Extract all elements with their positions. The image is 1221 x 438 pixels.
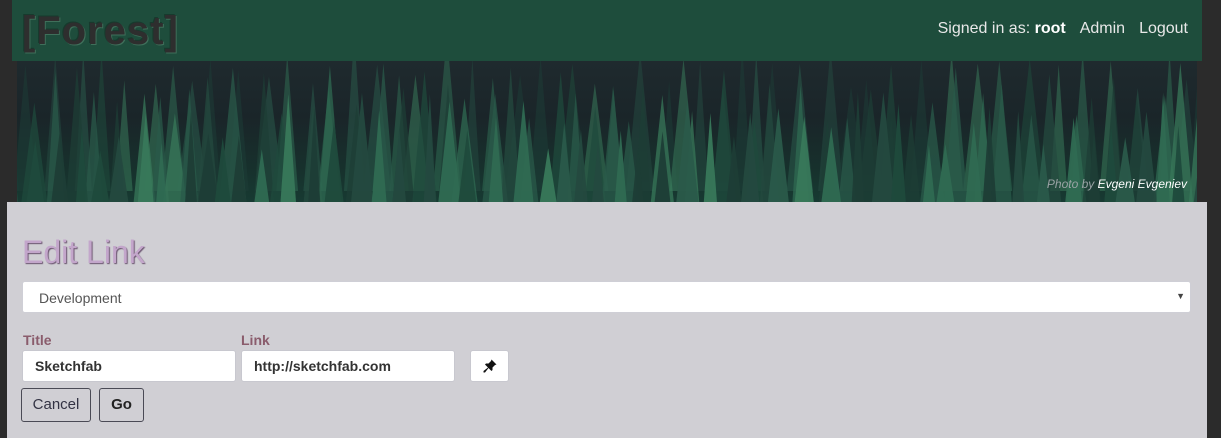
go-button[interactable]: Go <box>99 388 144 422</box>
title-label: Title <box>23 332 52 348</box>
photo-credit-author[interactable]: Evgeni Evgeniev <box>1098 177 1187 191</box>
signed-in-label: Signed in as: <box>937 20 1031 37</box>
pin-button[interactable] <box>470 350 509 382</box>
category-select[interactable]: Development ▼ <box>22 281 1191 313</box>
cancel-button[interactable]: Cancel <box>21 388 91 422</box>
brand-logo[interactable]: [Forest] <box>22 8 179 54</box>
photo-credit-prefix: Photo by <box>1046 177 1095 191</box>
title-input[interactable] <box>22 350 236 382</box>
category-select-value: Development <box>39 290 122 306</box>
top-navbar: [Forest] Signed in as: root Admin Logout <box>12 0 1202 61</box>
photo-credit: Photo by Evgeni Evgeniev <box>1047 177 1187 191</box>
user-nav: Signed in as: root Admin Logout <box>938 20 1188 38</box>
signed-in-status: Signed in as: root <box>938 20 1066 38</box>
link-label: Link <box>241 332 270 348</box>
forest-photo <box>17 61 1197 202</box>
page-frame: [Forest] Signed in as: root Admin Logout… <box>0 0 1221 438</box>
link-input[interactable] <box>241 350 455 382</box>
admin-link[interactable]: Admin <box>1080 20 1125 38</box>
edit-link-panel: Edit Link Development ▼ Title Link Cance… <box>7 202 1207 438</box>
hero-banner: Photo by Evgeni Evgeniev <box>17 61 1197 202</box>
chevron-down-icon: ▼ <box>1176 291 1185 301</box>
page-title: Edit Link <box>22 234 145 270</box>
pin-icon <box>483 359 497 373</box>
logout-link[interactable]: Logout <box>1139 20 1188 38</box>
username: root <box>1034 20 1066 37</box>
